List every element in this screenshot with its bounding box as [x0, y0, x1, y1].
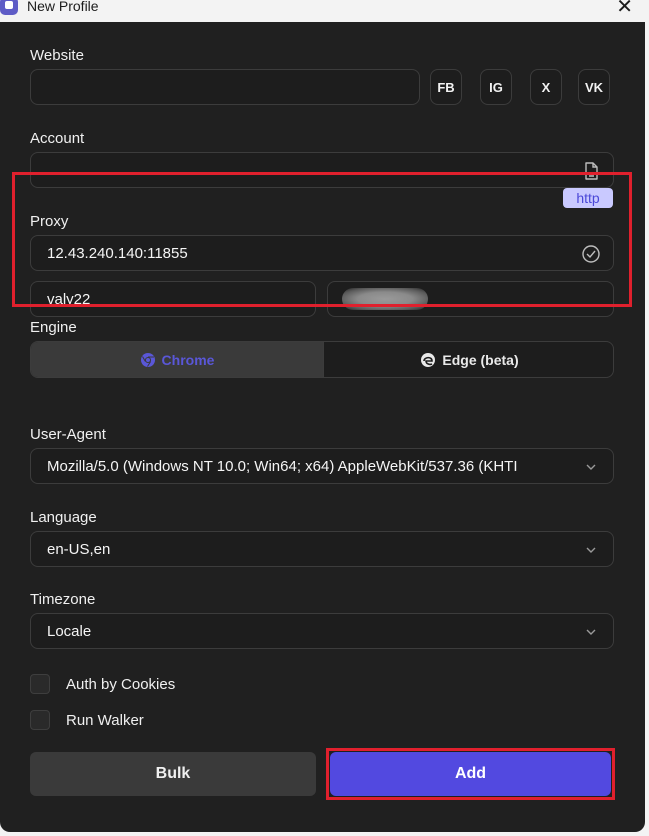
engine-option-edge[interactable]: Edge (beta): [323, 342, 613, 377]
website-label: Website: [30, 47, 84, 64]
bulk-button[interactable]: Bulk: [30, 752, 316, 796]
user-agent-value: Mozilla/5.0 (Windows NT 10.0; Win64; x64…: [47, 458, 518, 475]
auth-by-cookies-checkbox[interactable]: [30, 674, 50, 694]
engine-option-chrome-label: Chrome: [161, 351, 215, 368]
proxy-address-value: 12.43.240.140:11855: [47, 245, 188, 262]
proxy-address-input[interactable]: 12.43.240.140:11855: [30, 235, 614, 271]
timezone-value: Locale: [47, 623, 92, 640]
engine-option-chrome[interactable]: Chrome: [31, 342, 323, 377]
add-button[interactable]: Add: [330, 752, 611, 796]
run-walker-option[interactable]: Run Walker: [30, 710, 144, 730]
run-walker-label: Run Walker: [66, 711, 144, 729]
language-select[interactable]: en-US,en: [30, 531, 614, 567]
language-value: en-US,en: [47, 541, 111, 558]
auth-by-cookies-option[interactable]: Auth by Cookies: [30, 674, 175, 694]
website-input[interactable]: [30, 69, 420, 105]
app-icon: [0, 0, 18, 15]
user-agent-label: User-Agent: [30, 426, 106, 443]
file-icon[interactable]: [581, 161, 601, 181]
window-title: New Profile: [27, 0, 99, 14]
close-icon[interactable]: ✕: [616, 0, 633, 18]
timezone-label: Timezone: [30, 591, 96, 608]
check-circle-icon: [582, 245, 600, 263]
fb-button[interactable]: FB: [430, 69, 462, 105]
chrome-icon: [140, 352, 155, 367]
chevron-down-icon: [586, 464, 596, 470]
chevron-down-icon: [586, 629, 596, 635]
account-label: Account: [30, 130, 85, 147]
account-input[interactable]: [30, 152, 614, 188]
edge-icon: [421, 352, 436, 367]
timezone-select[interactable]: Locale: [30, 613, 614, 649]
language-label: Language: [30, 509, 97, 526]
proxy-password-input[interactable]: [327, 281, 614, 317]
engine-option-edge-label: Edge (beta): [442, 351, 519, 368]
user-agent-select[interactable]: Mozilla/5.0 (Windows NT 10.0; Win64; x64…: [30, 448, 614, 484]
proxy-label: Proxy: [30, 213, 69, 230]
proxy-type-badge[interactable]: http: [563, 188, 613, 208]
chevron-down-icon: [586, 547, 596, 553]
vk-button[interactable]: VK: [578, 69, 610, 105]
title-bar: New Profile ✕: [0, 0, 649, 22]
ig-button[interactable]: IG: [480, 69, 512, 105]
auth-by-cookies-label: Auth by Cookies: [66, 675, 176, 693]
x-button[interactable]: X: [530, 69, 562, 105]
engine-label: Engine: [30, 319, 77, 336]
engine-selector: Chrome Edge (beta): [30, 341, 614, 378]
run-walker-checkbox[interactable]: [30, 710, 50, 730]
obscured-password: [342, 288, 428, 310]
proxy-username-value: valy22: [47, 291, 91, 308]
proxy-username-input[interactable]: valy22: [30, 281, 316, 317]
